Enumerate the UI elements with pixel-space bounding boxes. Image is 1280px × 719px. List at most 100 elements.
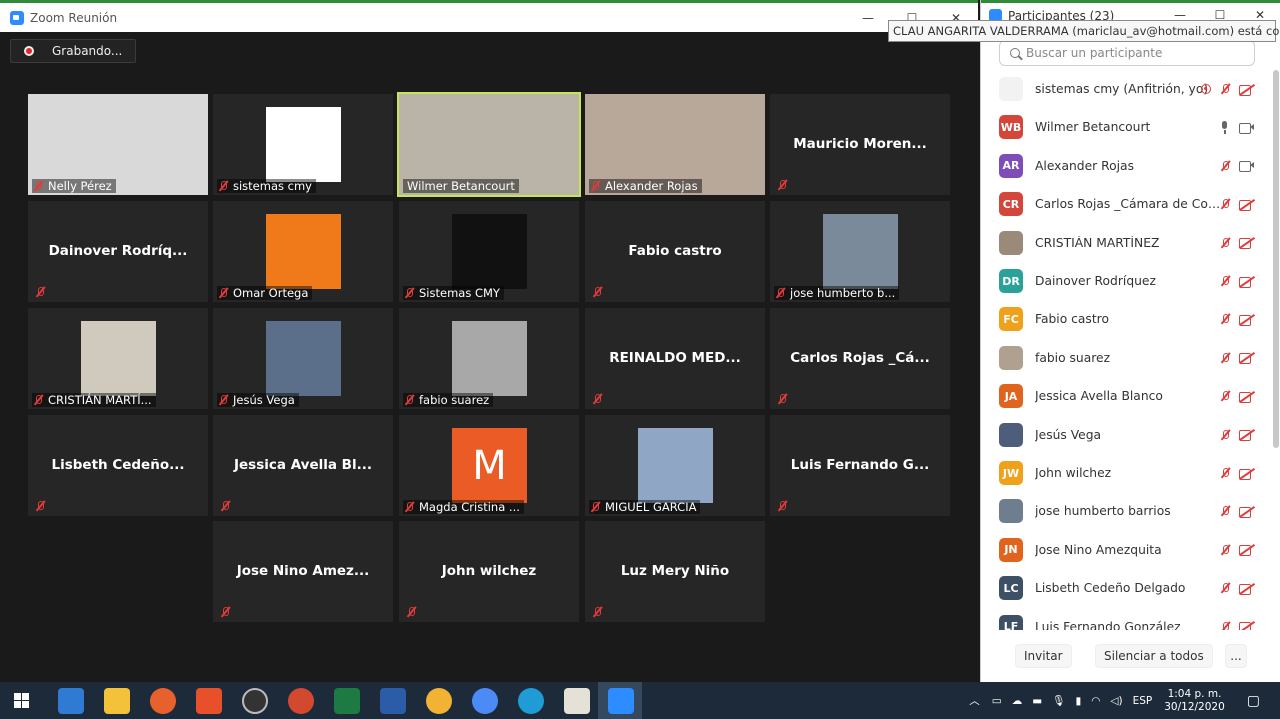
muted-mic-icon[interactable] xyxy=(1219,505,1231,517)
video-tile[interactable]: fabio suarez xyxy=(399,308,579,409)
battery-icon[interactable]: ▮ xyxy=(1075,695,1081,707)
video-tile[interactable]: Mauricio Moren... xyxy=(770,94,950,195)
cloud-icon[interactable]: ☁ xyxy=(1012,695,1023,707)
word-icon[interactable] xyxy=(380,688,406,714)
video-tile[interactable]: MIGUEL GARCIA xyxy=(585,415,765,516)
video-tile[interactable]: sistemas cmy xyxy=(213,94,393,195)
video-camera-icon[interactable] xyxy=(1239,160,1255,173)
muted-mic-icon[interactable] xyxy=(1219,160,1231,172)
participant-row[interactable]: JW John wilchez xyxy=(981,454,1273,492)
video-off-icon[interactable] xyxy=(1239,84,1255,96)
video-tile[interactable]: Omar Ortega xyxy=(213,201,393,302)
more-button[interactable]: ... xyxy=(1225,644,1247,668)
tray-chevron-icon[interactable]: ︿ xyxy=(969,693,980,708)
scrollbar-thumb[interactable] xyxy=(1273,70,1279,448)
video-tile[interactable]: Alexander Rojas xyxy=(585,94,765,195)
volume-icon[interactable]: ◁) xyxy=(1110,695,1122,707)
brave-icon[interactable] xyxy=(196,688,222,714)
muted-mic-icon[interactable] xyxy=(1219,544,1231,556)
excel-icon[interactable] xyxy=(334,688,360,714)
mute-all-button[interactable]: Silenciar a todos xyxy=(1095,644,1213,668)
participant-row[interactable]: CR Carlos Rojas _Cámara de Comercio xyxy=(981,185,1273,223)
wifi-icon[interactable]: ◠ xyxy=(1091,695,1100,707)
participant-row[interactable]: DR Dainover Rodríquez xyxy=(981,262,1273,300)
muted-mic-icon[interactable] xyxy=(1219,467,1231,479)
participant-list-scrollbar[interactable] xyxy=(1273,70,1279,630)
clock[interactable]: 1:04 p. m. 30/12/2020 xyxy=(1164,688,1225,714)
video-off-icon[interactable] xyxy=(1239,621,1255,630)
muted-mic-icon[interactable] xyxy=(1219,582,1231,594)
video-off-icon[interactable] xyxy=(1239,237,1255,250)
video-tile[interactable]: Luis Fernando G... xyxy=(770,415,950,516)
participant-row[interactable]: FC Fabio castro xyxy=(981,300,1273,338)
participant-row[interactable]: sistemas cmy (Anfitrión, yo) xyxy=(981,70,1273,108)
edge-icon[interactable] xyxy=(518,688,544,714)
video-tile[interactable]: Luz Mery Niño xyxy=(585,521,765,622)
video-off-icon[interactable] xyxy=(1239,314,1255,326)
video-tile[interactable]: Wilmer Betancourt xyxy=(397,92,581,197)
video-tile[interactable]: Sistemas CMY xyxy=(399,201,579,302)
muted-mic-icon[interactable] xyxy=(1219,621,1231,630)
participant-row[interactable]: WB Wilmer Betancourt xyxy=(981,108,1273,146)
participant-row[interactable]: AR Alexander Rojas xyxy=(981,147,1273,185)
video-off-icon[interactable] xyxy=(1239,276,1255,288)
muted-mic-icon[interactable] xyxy=(1219,313,1231,325)
participant-row[interactable]: LF Luis Fernando González xyxy=(981,608,1273,630)
chrome-icon[interactable] xyxy=(472,688,498,714)
muted-mic-icon[interactable] xyxy=(1219,390,1231,402)
mic-tray-icon[interactable]: 🎙 xyxy=(1052,694,1065,707)
muted-mic-icon[interactable] xyxy=(1219,237,1231,249)
video-off-icon[interactable] xyxy=(1239,391,1255,403)
windows-start-icon[interactable] xyxy=(14,693,30,709)
video-tile[interactable]: jose humberto b... xyxy=(770,201,950,302)
mail-app-icon[interactable] xyxy=(58,688,84,714)
participant-row[interactable]: JN Jose Nino Amezquita xyxy=(981,531,1273,569)
participant-row[interactable]: fabio suarez xyxy=(981,339,1273,377)
notifications-icon[interactable]: ▢ xyxy=(1247,693,1260,709)
obs-icon[interactable] xyxy=(242,688,268,714)
display-icon[interactable]: ▬ xyxy=(1032,695,1042,707)
firefox-icon[interactable] xyxy=(150,688,176,714)
video-tile[interactable]: Jesús Vega xyxy=(213,308,393,409)
video-tile[interactable]: Jose Nino Amez... xyxy=(213,521,393,622)
video-tile[interactable]: Dainover Rodríq... xyxy=(28,201,208,302)
video-off-icon[interactable] xyxy=(1239,544,1255,557)
mic-icon[interactable] xyxy=(1219,120,1231,134)
video-tile[interactable]: Lisbeth Cedeño... xyxy=(28,415,208,516)
video-tile[interactable]: Carlos Rojas _Cá... xyxy=(770,308,950,409)
video-off-icon[interactable] xyxy=(1239,429,1255,442)
search-input[interactable] xyxy=(1026,46,1246,60)
video-tile[interactable]: Nelly Pérez xyxy=(28,94,208,195)
video-off-icon[interactable] xyxy=(1239,583,1255,595)
video-tile[interactable]: M Magda Cristina ... xyxy=(399,415,579,516)
video-off-icon[interactable] xyxy=(1239,199,1255,211)
participant-row[interactable]: LC Lisbeth Cedeño Delgado xyxy=(981,569,1273,607)
recording-indicator[interactable]: Grabando... xyxy=(10,39,136,63)
zoom-taskbar-icon[interactable] xyxy=(608,688,634,714)
participant-row[interactable]: Jesús Vega xyxy=(981,416,1273,454)
file-explorer-icon[interactable] xyxy=(104,688,130,714)
norton-icon[interactable] xyxy=(426,688,452,714)
video-off-icon[interactable] xyxy=(1239,506,1255,518)
app-icon[interactable] xyxy=(564,688,590,714)
video-camera-icon[interactable] xyxy=(1239,122,1255,134)
muted-mic-icon[interactable] xyxy=(1219,275,1231,287)
participant-row[interactable]: JA Jessica Avella Blanco xyxy=(981,377,1273,415)
muted-mic-icon[interactable] xyxy=(1219,429,1231,441)
video-tile[interactable]: REINALDO MED... xyxy=(585,308,765,409)
video-off-icon[interactable] xyxy=(1239,468,1255,480)
participant-row[interactable]: jose humberto barrios xyxy=(981,492,1273,530)
video-tile[interactable]: Jessica Avella Bl... xyxy=(213,415,393,516)
video-tile[interactable]: John wilchez xyxy=(399,521,579,622)
muted-mic-icon[interactable] xyxy=(1219,198,1231,210)
powerpoint-icon[interactable] xyxy=(288,688,314,714)
muted-mic-icon[interactable] xyxy=(1219,83,1231,95)
network-icon[interactable]: ▭ xyxy=(992,695,1002,707)
participant-search[interactable] xyxy=(999,40,1255,66)
video-off-icon[interactable] xyxy=(1239,352,1255,365)
minimize-button[interactable]: — xyxy=(846,3,890,32)
input-language[interactable]: ESP xyxy=(1133,695,1153,707)
video-tile[interactable]: CRISTIÁN MARTÍ... xyxy=(28,308,208,409)
muted-mic-icon[interactable] xyxy=(1219,352,1231,364)
video-tile[interactable]: Fabio castro xyxy=(585,201,765,302)
